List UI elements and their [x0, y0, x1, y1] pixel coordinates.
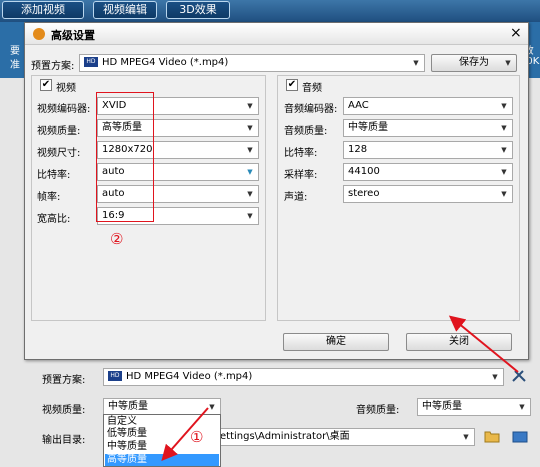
annotation-arrows	[161, 315, 519, 462]
arrow-to-dialog	[448, 315, 519, 373]
arrow-to-option-high	[161, 407, 209, 462]
